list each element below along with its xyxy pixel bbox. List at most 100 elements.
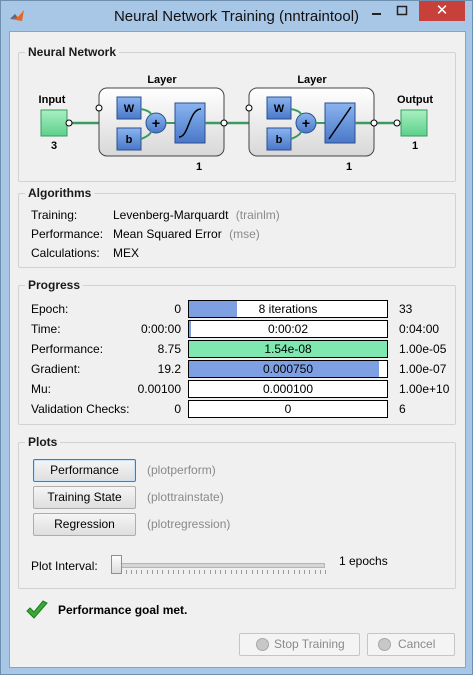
cancel-button[interactable]: Cancel — [367, 633, 455, 656]
neural-network-panel: Neural Network Input 3 Layer W b + 1 Lay… — [18, 45, 456, 182]
slider-tick — [272, 570, 274, 574]
minimize-icon — [372, 13, 381, 15]
slider-tick — [309, 570, 311, 574]
cancel-label: Cancel — [398, 637, 436, 651]
algorithm-value: Levenberg-Marquardt (trainlm) — [113, 208, 280, 222]
hidden-bias-label: b — [126, 134, 133, 146]
output-layer-size: 1 — [346, 161, 352, 173]
progress-bar: 0.000100 — [188, 380, 388, 398]
progress-bar-value: 0.000750 — [262, 362, 314, 376]
output-label: Output — [397, 94, 433, 106]
panel-title-progress: Progress — [25, 278, 84, 292]
algorithm-label: Calculations: — [31, 246, 100, 260]
checkmark-icon — [26, 600, 48, 619]
stop-icon — [256, 638, 269, 651]
progress-target-value: 1.00e-05 — [399, 342, 447, 356]
progress-label: Validation Checks: — [31, 402, 130, 416]
slider-ticks — [115, 570, 326, 575]
progress-bar: 0:00:02 — [188, 320, 388, 338]
output-sum-label: + — [302, 115, 310, 131]
progress-target-value: 1.00e+10 — [399, 382, 450, 396]
progress-target-value: 1.00e-07 — [399, 362, 447, 376]
slider-tick — [319, 570, 321, 574]
slider-tick — [288, 570, 290, 574]
progress-bar: 0 — [188, 400, 388, 418]
algorithm-value-text: Mean Squared Error — [113, 227, 222, 241]
slider-tick — [151, 570, 153, 574]
progress-start-value: 0 — [174, 302, 181, 316]
output-layer-port — [245, 104, 253, 112]
slider-tick — [283, 570, 284, 574]
hidden-sum-label: + — [152, 115, 160, 131]
algorithm-value-text: Levenberg-Marquardt — [113, 208, 229, 222]
progress-target-value: 0:04:00 — [399, 322, 440, 336]
progress-bar: 1.54e-08 — [188, 340, 388, 358]
plot-function-hint: (plotregression) — [147, 517, 231, 531]
plot-button[interactable]: Performance — [33, 459, 136, 482]
slider-tick — [235, 570, 237, 574]
hidden-layer-port — [95, 104, 103, 112]
input-port — [65, 119, 73, 127]
maximize-button[interactable] — [389, 1, 415, 21]
algorithm-hint: (trainlm) — [235, 208, 280, 222]
slider-tick — [262, 570, 263, 574]
slider-tick — [204, 570, 206, 574]
network-diagram: Input 3 Layer W b + 1 Layer W b + 1 Outp… — [39, 74, 434, 173]
slider-tick — [146, 570, 148, 574]
progress-target-value: 6 — [399, 402, 406, 416]
output-node — [400, 109, 428, 137]
progress-bar: 8 iterations — [188, 300, 388, 318]
hidden-output-port — [220, 119, 228, 127]
slider-tick — [125, 570, 127, 574]
output-layer-label: Layer — [297, 74, 327, 86]
slider-tick — [209, 570, 211, 574]
progress-label: Gradient: — [31, 362, 81, 376]
progress-label: Mu: — [31, 382, 52, 396]
plot-button[interactable]: Regression — [33, 513, 136, 536]
slider-tick — [256, 570, 258, 574]
algorithm-value: Mean Squared Error (mse) — [113, 227, 260, 241]
slider-tick — [141, 570, 143, 574]
progress-start-value: 0:00:00 — [140, 322, 181, 336]
maximize-icon — [396, 5, 408, 16]
slider-tick — [178, 570, 179, 574]
hidden-layer-label: Layer — [147, 74, 177, 86]
plot-interval-slider[interactable] — [111, 553, 329, 577]
plot-function-hint: (plottrainstate) — [147, 490, 224, 504]
output-port — [393, 119, 401, 127]
algorithm-value-text: MEX — [113, 246, 140, 260]
hidden-layer-size: 1 — [196, 161, 202, 173]
slider-tick — [267, 570, 269, 574]
algorithm-label: Training: — [31, 208, 78, 222]
slider-tick — [246, 570, 248, 574]
stop-training-button[interactable]: Stop Training — [239, 633, 360, 656]
slider-tick — [183, 570, 185, 574]
slider-tick — [225, 570, 227, 574]
cancel-icon — [378, 638, 391, 651]
slider-tick — [188, 570, 190, 574]
input-label: Input — [39, 94, 66, 106]
output-bias-label: b — [276, 134, 283, 146]
progress-bar-value: 0 — [284, 402, 292, 416]
algorithm-value: MEX — [113, 246, 143, 260]
slider-tick — [199, 570, 200, 574]
input-node — [40, 109, 68, 137]
slider-tick — [241, 570, 242, 574]
plots-panel: Plots Performance (plotperform) Training … — [18, 435, 456, 589]
stop-training-label: Stop Training — [274, 637, 345, 651]
progress-start-value: 8.75 — [157, 342, 181, 356]
minimize-button[interactable] — [363, 1, 389, 21]
close-button[interactable]: ✕ — [419, 1, 465, 21]
output-layer-out-port — [370, 119, 378, 127]
algorithms-panel: Algorithms Training: Levenberg-Marquardt… — [18, 186, 456, 268]
plot-button[interactable]: Training State — [33, 486, 136, 509]
slider-tick — [277, 570, 279, 574]
slider-thumb[interactable] — [111, 555, 122, 574]
status-text: Performance goal met. — [58, 603, 188, 617]
algorithm-hint: (mse) — [229, 227, 260, 241]
input-size: 3 — [51, 140, 57, 152]
panel-title-plots: Plots — [25, 435, 61, 449]
progress-label: Epoch: — [31, 302, 69, 316]
slider-tick — [136, 570, 137, 574]
hidden-weight-label: W — [124, 103, 135, 115]
